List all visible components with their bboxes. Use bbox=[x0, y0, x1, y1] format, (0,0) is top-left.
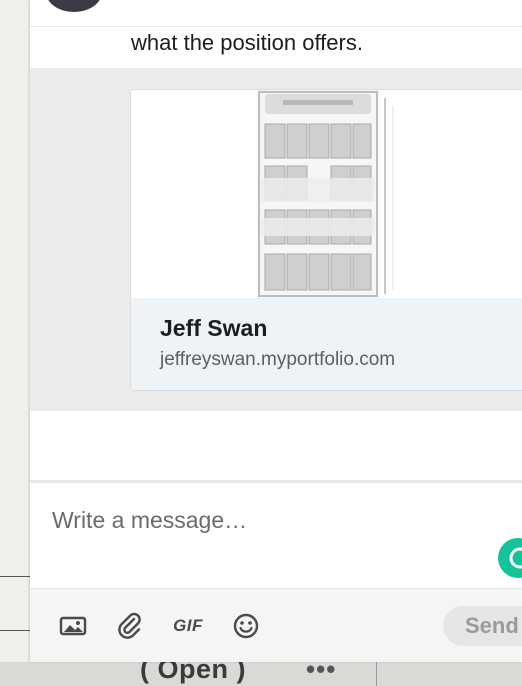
message-body: what the position offers. bbox=[131, 30, 363, 55]
link-preview-footer[interactable] bbox=[131, 298, 522, 390]
conversation-header bbox=[30, 0, 522, 27]
grammarly-icon[interactable] bbox=[498, 538, 522, 578]
background-bottom-bar bbox=[0, 662, 522, 686]
link-preview-card[interactable]: Jeff Swan jeffreyswan.myportfolio.com bbox=[130, 89, 522, 391]
product-display-rack-image bbox=[257, 90, 394, 298]
avatar[interactable] bbox=[46, 0, 102, 12]
messaging-panel: what the position offers. Jeff Swan jeff… bbox=[30, 0, 522, 662]
composer-divider bbox=[30, 480, 522, 483]
link-preview-title[interactable]: Jeff Swan bbox=[160, 315, 267, 342]
image-icon[interactable] bbox=[57, 610, 89, 642]
send-button[interactable]: Send bbox=[443, 606, 522, 646]
link-preview-image[interactable] bbox=[131, 90, 522, 298]
bottom-bar-divider bbox=[376, 662, 377, 686]
grammarly-glyph bbox=[509, 547, 522, 569]
background-divider bbox=[0, 630, 32, 631]
emoji-icon[interactable] bbox=[230, 610, 262, 642]
link-preview-url[interactable]: jeffreyswan.myportfolio.com bbox=[160, 349, 395, 371]
message-input[interactable] bbox=[44, 500, 500, 540]
gif-icon[interactable]: GIF bbox=[172, 610, 204, 642]
paperclip-icon[interactable] bbox=[114, 610, 146, 642]
gif-label: GIF bbox=[173, 616, 203, 635]
background-divider bbox=[0, 576, 32, 577]
